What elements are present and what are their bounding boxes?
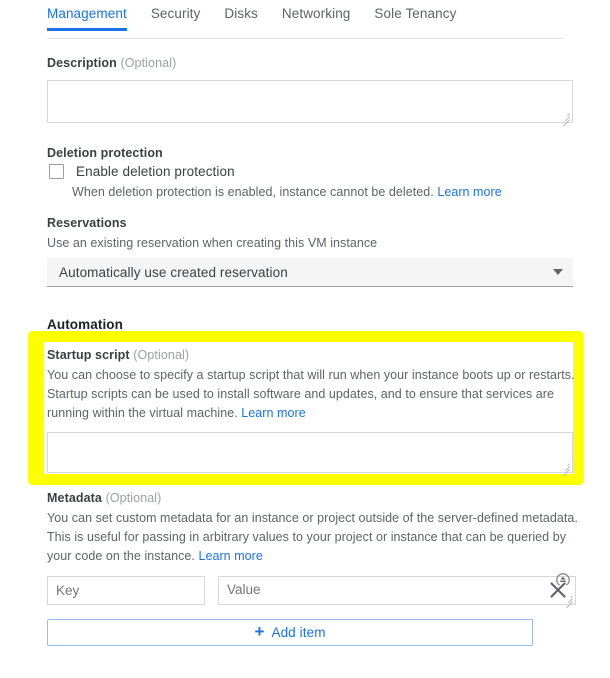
tab-disks-label: Disks xyxy=(224,6,258,21)
tab-sole-tenancy[interactable]: Sole Tenancy xyxy=(374,6,469,31)
metadata-learn-more-link[interactable]: Learn more xyxy=(198,549,262,563)
tab-management-label: Management xyxy=(47,6,127,21)
startup-script-textarea[interactable] xyxy=(47,432,573,477)
chevron-down-icon xyxy=(553,269,563,275)
automation-heading: Automation xyxy=(47,317,123,332)
tab-disks[interactable]: Disks xyxy=(224,6,271,31)
metadata-help: You can set custom metadata for an insta… xyxy=(47,509,579,566)
enable-deletion-protection-row[interactable]: Enable deletion protection xyxy=(49,164,235,179)
tab-security[interactable]: Security xyxy=(151,6,214,31)
plus-icon: + xyxy=(254,622,265,641)
enable-deletion-protection-checkbox[interactable] xyxy=(49,164,64,179)
add-item-label: Add item xyxy=(271,625,326,640)
startup-script-label-text: Startup script xyxy=(47,348,130,362)
metadata-row xyxy=(47,573,577,609)
resize-grip-icon xyxy=(559,460,570,477)
deletion-protection-learn-more-link[interactable]: Learn more xyxy=(437,185,501,199)
deletion-protection-heading: Deletion protection xyxy=(47,146,163,160)
description-textarea[interactable] xyxy=(47,80,573,127)
metadata-value-input[interactable] xyxy=(219,577,575,604)
tab-sole-tenancy-label: Sole Tenancy xyxy=(374,6,457,21)
metadata-optional-tag: (Optional) xyxy=(105,491,162,505)
tab-management[interactable]: Management xyxy=(47,6,140,31)
deletion-protection-help: When deletion protection is enabled, ins… xyxy=(72,183,502,202)
reservations-help: Use an existing reservation when creatin… xyxy=(47,236,378,250)
resize-grip-icon xyxy=(559,110,570,127)
deletion-protection-help-text: When deletion protection is enabled, ins… xyxy=(72,185,434,199)
startup-script-help: You can choose to specify a startup scri… xyxy=(47,366,577,423)
metadata-value-field[interactable] xyxy=(218,573,576,609)
metadata-help-text: You can set custom metadata for an insta… xyxy=(47,511,578,563)
startup-script-label: Startup script (Optional) xyxy=(47,348,189,362)
metadata-label: Metadata (Optional) xyxy=(47,491,161,505)
tab-networking-label: Networking xyxy=(281,6,351,21)
tab-security-label: Security xyxy=(150,6,201,21)
metadata-label-text: Metadata xyxy=(47,491,102,505)
startup-script-learn-more-link[interactable]: Learn more xyxy=(241,406,305,420)
reservation-select-value: Automatically use created reservation xyxy=(59,264,288,280)
startup-script-help-text: You can choose to specify a startup scri… xyxy=(47,368,575,420)
description-label: Description (Optional) xyxy=(47,56,176,70)
reservation-select[interactable]: Automatically use created reservation xyxy=(47,258,573,287)
add-item-button[interactable]: + Add item xyxy=(47,619,533,646)
tab-networking[interactable]: Networking xyxy=(282,6,364,31)
remove-metadata-item-button[interactable] xyxy=(546,578,570,602)
description-optional-tag: (Optional) xyxy=(120,56,177,70)
startup-script-optional-tag: (Optional) xyxy=(133,348,190,362)
metadata-key-input[interactable] xyxy=(47,576,205,605)
enable-deletion-protection-label: Enable deletion protection xyxy=(76,164,235,179)
tab-bar: Management Security Disks Networking Sol… xyxy=(47,6,565,39)
close-icon xyxy=(550,582,566,598)
reservations-heading: Reservations xyxy=(47,216,127,230)
description-label-text: Description xyxy=(47,56,117,70)
